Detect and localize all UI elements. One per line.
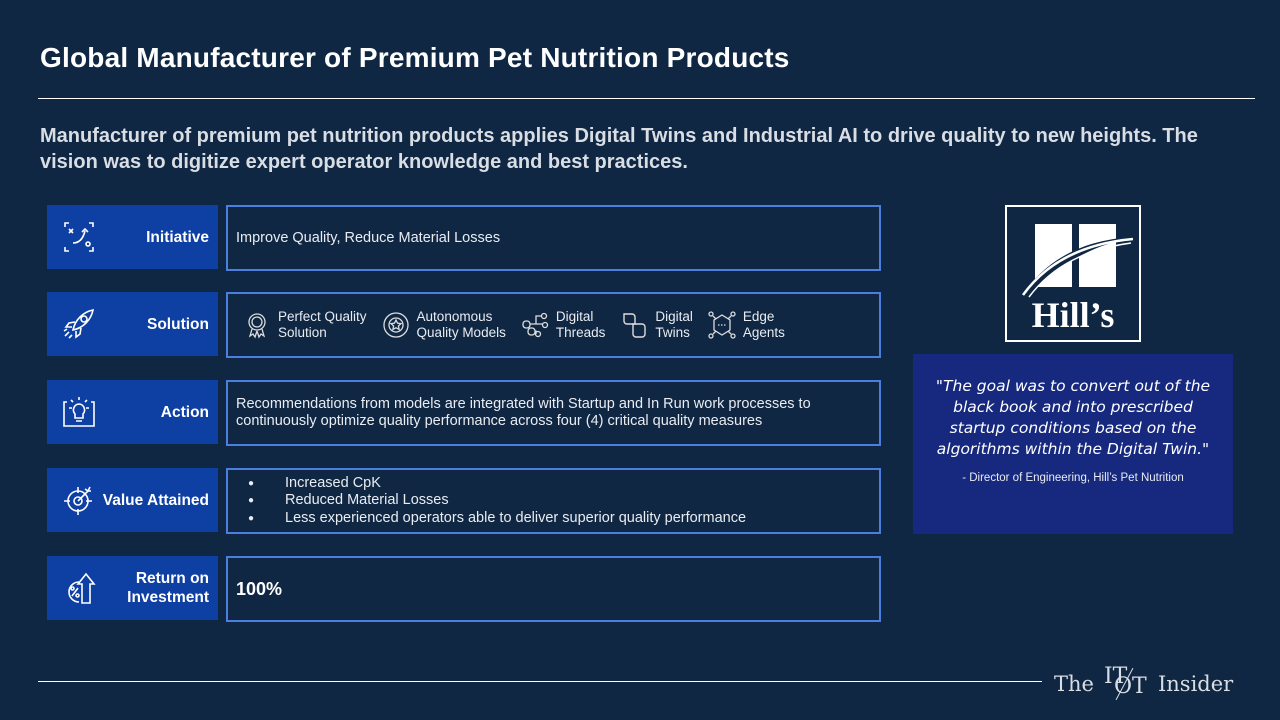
row-roi: Return on Investment 100% — [47, 556, 881, 622]
initiative-text: Improve Quality, Reduce Material Losses — [236, 229, 501, 246]
hexagon-network-icon — [708, 311, 736, 339]
action-text: Recommendations from models are integrat… — [236, 396, 811, 429]
it-ot-mark: IT OT — [1102, 664, 1150, 704]
page-title: Global Manufacturer of Premium Pet Nutri… — [40, 42, 790, 73]
label-roi: Return on Investment — [47, 556, 218, 620]
it-ot-insider-logo: The IT OT Insider — [1054, 664, 1233, 704]
solution-item: Edge Agents — [707, 309, 785, 341]
solution-line1: Autonomous — [416, 309, 493, 324]
value-list: Increased CpK Reduced Material Losses Le… — [228, 475, 746, 528]
solution-line2: Solution — [278, 325, 327, 340]
roi-value: 100% — [236, 578, 283, 599]
solution-line2: Agents — [742, 325, 785, 340]
label-solution: Solution — [47, 292, 218, 356]
solution-line2: Threads — [555, 325, 606, 340]
label-initiative: Initiative — [47, 205, 218, 269]
title-divider — [38, 98, 1255, 99]
strategy-board-icon — [59, 217, 99, 257]
solution-item: Digital Twins — [619, 309, 693, 341]
solution-line2: Twins — [655, 325, 690, 340]
row-initiative: Initiative Improve Quality, Reduce Mater… — [47, 205, 881, 271]
value-bullet: Less experienced operators able to deliv… — [248, 510, 746, 528]
label-action: Action — [47, 380, 218, 444]
action-content: Recommendations from models are integrat… — [226, 380, 881, 446]
brand-ot: OT — [1113, 674, 1147, 699]
award-ribbon-icon — [248, 313, 266, 339]
row-value-attained: Value Attained Increased CpK Reduced Mat… — [47, 468, 881, 534]
solution-item: Perfect Quality Solution — [242, 309, 367, 341]
solution-line1: Perfect Quality — [278, 309, 367, 324]
row-solution: Solution Perfect Quality Solution Autonom… — [47, 292, 881, 358]
roi-content: 100% — [226, 556, 881, 622]
target-arrow-icon — [59, 480, 99, 520]
value-bullet: Reduced Material Losses — [248, 492, 746, 510]
label-text: Initiative — [146, 228, 209, 246]
label-text: Action — [160, 403, 209, 421]
brand-the: The — [1054, 672, 1094, 696]
linked-shapes-icon — [623, 313, 647, 338]
quote-attribution: - Director of Engineering, Hill’s Pet Nu… — [962, 472, 1184, 484]
row-action: Action Recommendations from models are i… — [47, 380, 881, 446]
label-text: Value Attained — [102, 491, 209, 509]
solution-line2: Quality Models — [416, 325, 506, 340]
logo-text: Hill’s — [1032, 295, 1115, 335]
testimonial-quote: "The goal was to convert out of the blac… — [913, 354, 1233, 534]
hills-logo-mark: Hill’s — [1021, 224, 1135, 335]
solution-line1: Digital — [655, 309, 693, 324]
value-content: Increased CpK Reduced Material Losses Le… — [226, 468, 881, 534]
label-text: Return on Investment — [127, 570, 209, 606]
footer-divider — [38, 681, 1042, 682]
brand-insider: Insider — [1157, 672, 1234, 696]
value-bullet: Increased CpK — [248, 475, 746, 493]
rocket-icon — [59, 304, 99, 344]
lightbulb-icon — [59, 392, 99, 432]
star-orbit-icon — [382, 312, 409, 338]
initiative-content: Improve Quality, Reduce Material Losses — [226, 205, 881, 271]
solution-item: Autonomous Quality Models — [381, 309, 506, 341]
solution-line1: Edge — [742, 309, 775, 324]
hills-logo: Hill’s — [1005, 205, 1141, 342]
network-nodes-icon — [522, 312, 548, 338]
solution-item: Digital Threads — [520, 309, 606, 341]
page-subtitle: Manufacturer of premium pet nutrition pr… — [40, 125, 1198, 173]
quote-text: "The goal was to convert out of the blac… — [935, 377, 1211, 458]
solution-content: Perfect Quality Solution Autonomous Qualit… — [226, 292, 881, 358]
percent-growth-icon — [59, 568, 99, 608]
label-value-attained: Value Attained — [47, 468, 218, 532]
label-text: Solution — [147, 315, 209, 333]
solution-line1: Digital — [555, 309, 594, 324]
